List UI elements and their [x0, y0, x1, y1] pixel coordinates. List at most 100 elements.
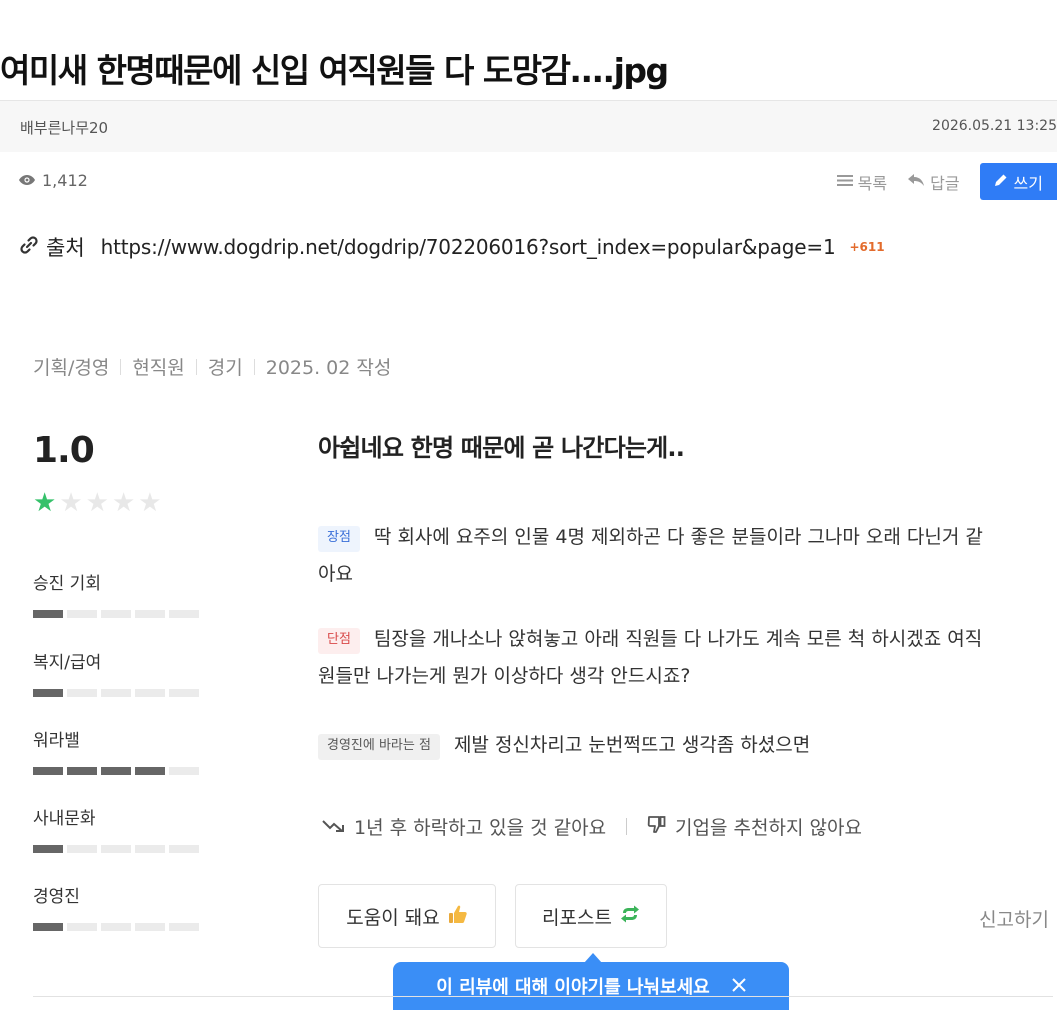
score-segment: [169, 845, 199, 853]
source-label: 출처: [46, 236, 85, 260]
score-segment: [67, 610, 97, 618]
score-segment: [33, 689, 63, 697]
score-segment: [33, 610, 63, 618]
discussion-tooltip[interactable]: 이 리뷰에 대해 이야기를 나눠보세요: [393, 962, 789, 1010]
star-empty-icon: ★: [138, 488, 162, 518]
divider: [120, 358, 122, 375]
post-meta-bar: 배부른나무20 2026.05.21 13:25: [0, 100, 1057, 152]
category-label: 승진 기회: [33, 574, 101, 594]
cons-text-line2: 원들만 나가는게 뭔가 이상하다 생각 안드시죠?: [318, 665, 691, 687]
post-date: 2026.05.21 13:25: [932, 118, 1057, 134]
score-segment: [135, 610, 165, 618]
helpful-label: 도움이 돼요: [346, 906, 440, 929]
thumbs-down-icon: [647, 814, 667, 839]
repost-label: 리포스트: [542, 906, 612, 929]
score-segment: [67, 689, 97, 697]
pros-section: 장점 딱 회사에 요주의 인물 4명 제외하곤 다 좋은 분들이라 그나마 오래 …: [318, 519, 1057, 593]
score-segment: [135, 767, 165, 775]
list-button[interactable]: 목록: [836, 170, 888, 194]
cons-text-line1: 팀장을 개나소나 앉혀놓고 아래 직원들 다 나가도 계속 모른 척 하시겠죠 …: [373, 628, 983, 650]
score-segment: [135, 923, 165, 931]
management-wish-section: 경영진에 바라는 점 제발 정신차리고 눈번쩍뜨고 생각좀 하셨으면: [318, 727, 1057, 764]
view-count-value: 1,412: [42, 171, 88, 190]
outlook-row: 1년 후 하락하고 있을 것 같아요 기업을 추천하지 않아요: [322, 813, 862, 840]
score-segment: [33, 767, 63, 775]
star-empty-icon: ★: [85, 488, 109, 518]
review-meta: 기획/경영 현직원 경기 2025. 02 작성: [33, 353, 391, 380]
source-count: +611: [849, 240, 885, 254]
list-label: 목록: [857, 173, 888, 193]
divider: [195, 358, 197, 375]
score-bar: [33, 845, 199, 853]
pros-text-line1: 딱 회사에 요주의 인물 4명 제외하곤 다 좋은 분들이라 그나마 오래 다닌…: [373, 526, 983, 548]
score-segment: [67, 767, 97, 775]
category-label: 사내문화: [33, 809, 96, 829]
helpful-button[interactable]: 도움이 돼요: [318, 884, 496, 948]
management-wish-badge: 경영진에 바라는 점: [318, 734, 440, 760]
outlook-text: 1년 후 하락하고 있을 것 같아요: [354, 817, 607, 839]
source-row: 출처 https://www.dogdrip.net/dogdrip/70220…: [18, 232, 885, 262]
repost-icon: [620, 905, 640, 928]
category-label: 복지/급여: [33, 653, 102, 673]
review-job: 기획/경영: [33, 357, 110, 379]
score-segment: [101, 923, 131, 931]
pros-text-line2: 아요: [318, 563, 353, 585]
reply-button[interactable]: 답글: [907, 170, 960, 194]
score-bar: [33, 923, 199, 931]
repost-button[interactable]: 리포스트: [515, 884, 667, 948]
review-region: 경기: [207, 357, 243, 379]
close-icon[interactable]: [732, 976, 746, 997]
score-segment: [169, 767, 199, 775]
section-divider: [33, 996, 1053, 997]
review-status: 현직원: [132, 357, 185, 379]
score-segment: [33, 923, 63, 931]
post-title: 여미새 한명때문에 신입 여직원들 다 도망감....jpg: [0, 51, 669, 90]
star-filled-icon: ★: [33, 488, 57, 518]
score-segment: [67, 923, 97, 931]
review-title: 아쉽네요 한명 때문에 곧 나간다는게..: [318, 434, 685, 462]
score-bar: [33, 610, 199, 618]
score-segment: [101, 767, 131, 775]
author-name[interactable]: 배부른나무20: [20, 117, 108, 138]
view-count: 1,412: [18, 171, 88, 190]
post-toolbar: 목록 답글 쓰기: [836, 163, 1057, 200]
review-written-date: 2025. 02 작성: [265, 357, 392, 379]
category-label: 경영진: [33, 887, 80, 907]
category-welfare: 복지/급여: [33, 648, 199, 697]
write-label: 쓰기: [1013, 173, 1043, 193]
write-button[interactable]: 쓰기: [979, 163, 1057, 200]
score-segment: [135, 689, 165, 697]
score-segment: [67, 845, 97, 853]
score-segment: [169, 689, 199, 697]
star-empty-icon: ★: [111, 488, 136, 518]
category-work-life-balance: 워라밸: [33, 726, 199, 775]
thumbs-up-icon: [448, 904, 468, 929]
eye-icon: [18, 171, 36, 190]
trend-down-icon: [322, 816, 346, 838]
star-rating: ★ ★ ★ ★ ★: [33, 490, 162, 516]
category-management: 경영진: [33, 882, 199, 931]
category-culture: 사내문화: [33, 804, 199, 853]
management-wish-text: 제발 정신차리고 눈번쩍뜨고 생각좀 하셨으면: [453, 734, 811, 756]
cons-section: 단점 팀장을 개나소나 앉혀놓고 아래 직원들 다 나가도 계속 모른 척 하시겠…: [318, 621, 1057, 695]
category-promotion: 승진 기회: [33, 569, 199, 618]
pencil-icon: [994, 172, 1008, 191]
score-segment: [169, 923, 199, 931]
score-segment: [135, 845, 165, 853]
source-link[interactable]: https://www.dogdrip.net/dogdrip/70220601…: [101, 235, 836, 259]
divider: [253, 358, 255, 375]
score-bar: [33, 689, 199, 697]
reply-label: 답글: [930, 173, 960, 193]
score-bar: [33, 767, 199, 775]
pros-badge: 장점: [318, 526, 360, 552]
score-segment: [33, 845, 63, 853]
link-icon: [18, 234, 40, 260]
reply-icon: [907, 172, 925, 191]
category-label: 워라밸: [33, 731, 80, 751]
score-segment: [101, 610, 131, 618]
rating-score: 1.0: [33, 430, 95, 471]
report-link[interactable]: 신고하기: [979, 905, 1049, 932]
divider: [626, 818, 628, 835]
cons-badge: 단점: [318, 628, 360, 654]
list-icon: [836, 172, 853, 191]
